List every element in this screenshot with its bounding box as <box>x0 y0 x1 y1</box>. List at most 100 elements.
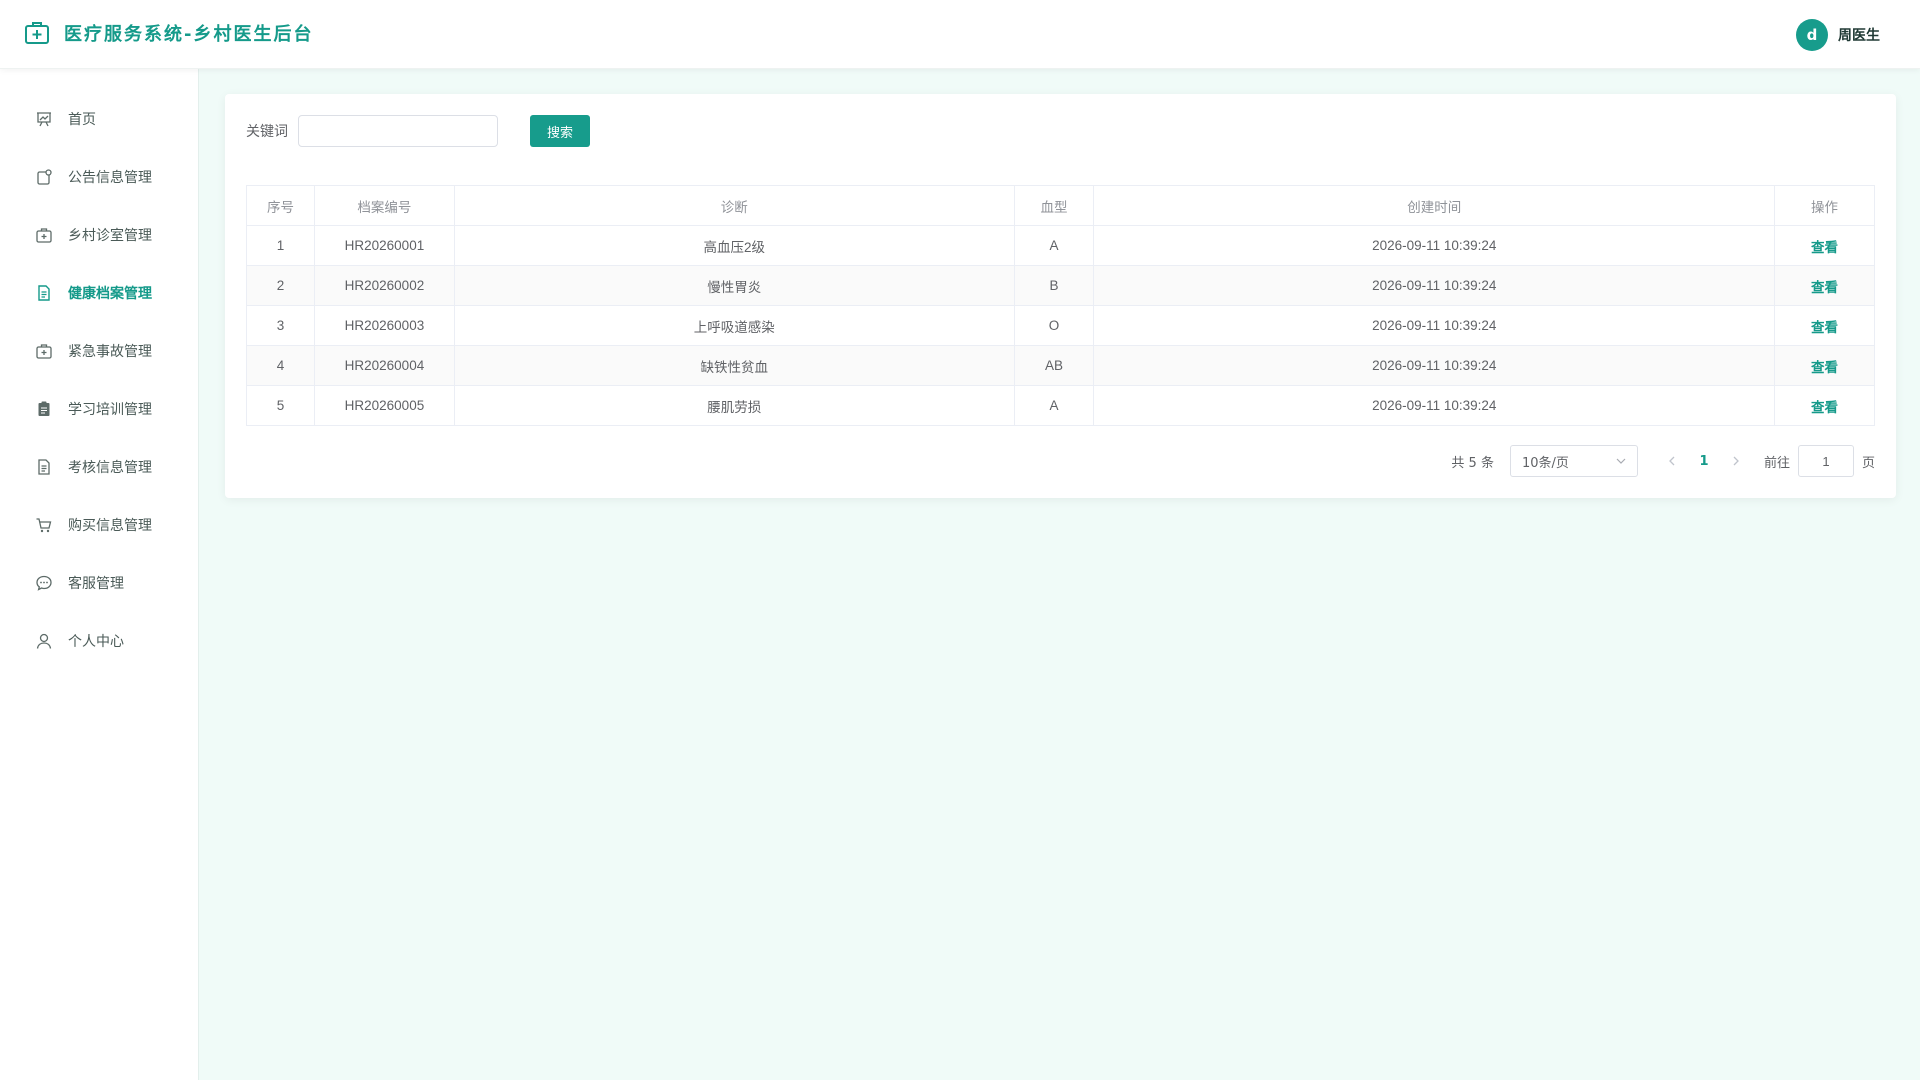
avatar[interactable]: d <box>1796 19 1828 51</box>
sidebar-item-label: 购买信息管理 <box>68 518 152 534</box>
dashboard-chart-icon <box>35 110 53 128</box>
cell-code: HR20260003 <box>313 305 455 346</box>
goto-label: 前往 <box>1763 455 1790 471</box>
app-title: 医疗服务系统-乡村医生后台 <box>64 24 314 45</box>
brand: 医疗服务系统-乡村医生后台 <box>24 20 313 46</box>
cell-index: 5 <box>246 385 315 426</box>
view-link[interactable]: 查看 <box>1774 345 1875 386</box>
cell-code: HR20260005 <box>313 385 455 426</box>
view-link[interactable]: 查看 <box>1774 305 1875 346</box>
table-header-row: 序号 档案编号 诊断 血型 创建时间 操作 <box>246 185 1875 226</box>
search-bar: 关键词 搜索 <box>246 115 590 147</box>
search-label: 关键词 <box>246 124 288 140</box>
cell-diagnosis: 缺铁性贫血 <box>453 345 1015 386</box>
chat-icon <box>35 574 53 592</box>
records-table: 序号 档案编号 诊断 血型 创建时间 操作 1 HR20260001 高血压2级… <box>246 185 1875 426</box>
sidebar-item-label: 首页 <box>68 112 96 128</box>
cell-blood-type: O <box>1013 305 1095 346</box>
first-aid-icon <box>35 342 53 360</box>
table-row: 3 HR20260003 上呼吸道感染 O 2026-09-11 10:39:2… <box>246 305 1875 346</box>
column-header-created-time: 创建时间 <box>1093 185 1776 226</box>
page-size-value: 10条/页 <box>1521 455 1569 471</box>
search-button[interactable]: 搜索 <box>530 115 590 147</box>
cell-blood-type: B <box>1013 265 1095 306</box>
view-link[interactable]: 查看 <box>1774 265 1875 306</box>
sidebar-item-label: 乡村诊室管理 <box>68 228 152 244</box>
cell-index: 4 <box>246 345 315 386</box>
next-page-button[interactable] <box>1724 456 1748 466</box>
cell-code: HR20260002 <box>313 265 455 306</box>
cell-code: HR20260004 <box>313 345 455 386</box>
sidebar-item-label: 客服管理 <box>68 576 124 592</box>
page-number-current[interactable]: 1 <box>1684 454 1724 469</box>
cell-blood-type: AB <box>1013 345 1095 386</box>
clipboard-icon <box>35 400 53 418</box>
cell-blood-type: A <box>1013 385 1095 426</box>
sidebar-item-label: 个人中心 <box>68 634 124 650</box>
cell-created-time: 2026-09-11 10:39:24 <box>1093 385 1776 426</box>
page-unit-label: 页 <box>1861 455 1875 471</box>
table-row: 4 HR20260004 缺铁性贫血 AB 2026-09-11 10:39:2… <box>246 345 1875 386</box>
column-header-blood-type: 血型 <box>1013 185 1095 226</box>
sidebar-item-notice[interactable]: 公告信息管理 <box>0 148 198 206</box>
cell-index: 3 <box>246 305 315 346</box>
column-header-index: 序号 <box>246 185 315 226</box>
cell-blood-type: A <box>1013 225 1095 266</box>
sidebar-item-clinic[interactable]: 乡村诊室管理 <box>0 206 198 264</box>
sidebar-item-training[interactable]: 学习培训管理 <box>0 380 198 438</box>
goto-page-input[interactable] <box>1797 445 1854 477</box>
table-row: 5 HR20260005 腰肌劳损 A 2026-09-11 10:39:24 … <box>246 385 1875 426</box>
file-text-icon <box>35 458 53 476</box>
cell-index: 1 <box>246 225 315 266</box>
cell-created-time: 2026-09-11 10:39:24 <box>1093 265 1776 306</box>
sidebar-item-emergency[interactable]: 紧急事故管理 <box>0 322 198 380</box>
view-link[interactable]: 查看 <box>1774 225 1875 266</box>
cart-icon <box>35 516 53 534</box>
sidebar-item-label: 学习培训管理 <box>68 402 152 418</box>
user-menu[interactable]: d 周医生 <box>1796 19 1880 51</box>
sidebar-item-profile[interactable]: 个人中心 <box>0 612 198 670</box>
cell-created-time: 2026-09-11 10:39:24 <box>1093 345 1776 386</box>
sidebar-item-health-records[interactable]: 健康档案管理 <box>0 264 198 322</box>
notice-icon <box>35 168 53 186</box>
cell-code: HR20260001 <box>313 225 455 266</box>
table-row: 2 HR20260002 慢性胃炎 B 2026-09-11 10:39:24 … <box>246 265 1875 306</box>
top-header: 医疗服务系统-乡村医生后台 d 周医生 <box>0 0 1920 69</box>
column-header-diagnosis: 诊断 <box>453 185 1015 226</box>
cell-diagnosis: 腰肌劳损 <box>453 385 1015 426</box>
medical-kit-icon <box>24 20 50 46</box>
view-link[interactable]: 查看 <box>1774 385 1875 426</box>
cell-index: 2 <box>246 265 315 306</box>
sidebar-item-home[interactable]: 首页 <box>0 90 198 148</box>
cell-created-time: 2026-09-11 10:39:24 <box>1093 305 1776 346</box>
pagination: 共 5 条 10条/页 1 前往 页 <box>1451 445 1875 477</box>
sidebar-menu: 首页 公告信息管理 乡村诊室管理 健康档案管理 紧急事故管理 学习培训管理 考核… <box>0 69 198 670</box>
sidebar-item-label: 健康档案管理 <box>68 286 152 302</box>
sidebar-item-customer-service[interactable]: 客服管理 <box>0 554 198 612</box>
column-header-code: 档案编号 <box>313 185 455 226</box>
pagination-total: 共 5 条 <box>1451 455 1494 471</box>
chevron-left-icon <box>1669 456 1675 466</box>
prev-page-button[interactable] <box>1660 456 1684 466</box>
column-header-action: 操作 <box>1774 185 1875 226</box>
table-row: 1 HR20260001 高血压2级 A 2026-09-11 10:39:24… <box>246 225 1875 266</box>
sidebar-item-purchase[interactable]: 购买信息管理 <box>0 496 198 554</box>
sidebar-item-assessment[interactable]: 考核信息管理 <box>0 438 198 496</box>
cell-diagnosis: 上呼吸道感染 <box>453 305 1015 346</box>
sidebar-item-label: 公告信息管理 <box>68 170 152 186</box>
page-size-select[interactable]: 10条/页 <box>1509 445 1638 477</box>
cell-created-time: 2026-09-11 10:39:24 <box>1093 225 1776 266</box>
document-icon <box>35 284 53 302</box>
chevron-right-icon <box>1733 456 1739 466</box>
sidebar-item-label: 紧急事故管理 <box>68 344 152 360</box>
clinic-kit-icon <box>35 226 53 244</box>
content-card: 关键词 搜索 序号 档案编号 诊断 血型 创建时间 操作 1 HR2026000… <box>225 94 1896 498</box>
user-icon <box>35 632 53 650</box>
sidebar-item-label: 考核信息管理 <box>68 460 152 476</box>
chevron-down-icon <box>1615 455 1627 467</box>
user-name[interactable]: 周医生 <box>1838 25 1880 45</box>
cell-diagnosis: 慢性胃炎 <box>453 265 1015 306</box>
sidebar: 首页 公告信息管理 乡村诊室管理 健康档案管理 紧急事故管理 学习培训管理 考核… <box>0 69 199 1080</box>
cell-diagnosis: 高血压2级 <box>453 225 1015 266</box>
search-input[interactable] <box>298 115 498 147</box>
